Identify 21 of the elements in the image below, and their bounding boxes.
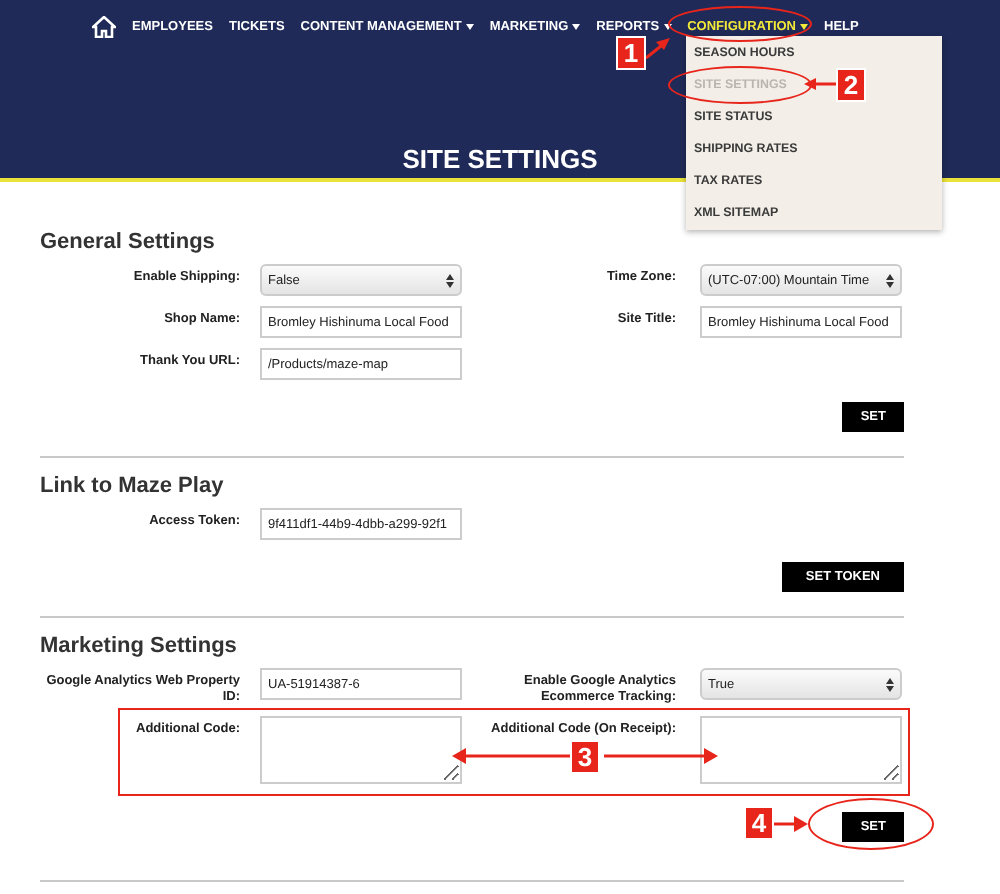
section-heading: Link to Maze Play	[40, 472, 224, 502]
highlight-ellipse	[668, 6, 812, 42]
arrow	[644, 36, 672, 60]
arrow	[604, 748, 718, 764]
step-badge: 1	[616, 36, 646, 70]
arrow	[804, 78, 838, 90]
updown-icon	[886, 677, 894, 691]
page-title: SITE SETTINGS	[402, 144, 598, 174]
textarea-field[interactable]	[700, 715, 902, 784]
highlight-ellipse	[808, 798, 934, 850]
step-badge: 2	[836, 68, 866, 102]
textarea-field[interactable]	[260, 715, 462, 784]
arrow	[774, 816, 808, 832]
step-badge: 3	[570, 740, 600, 774]
arrow	[452, 748, 572, 764]
step-badge: 4	[744, 806, 774, 840]
updown-icon	[886, 273, 894, 287]
section-heading: General Settings	[40, 228, 215, 258]
section-heading: Marketing Settings	[40, 632, 237, 662]
updown-icon	[446, 273, 454, 287]
home-icon[interactable]	[92, 15, 116, 37]
